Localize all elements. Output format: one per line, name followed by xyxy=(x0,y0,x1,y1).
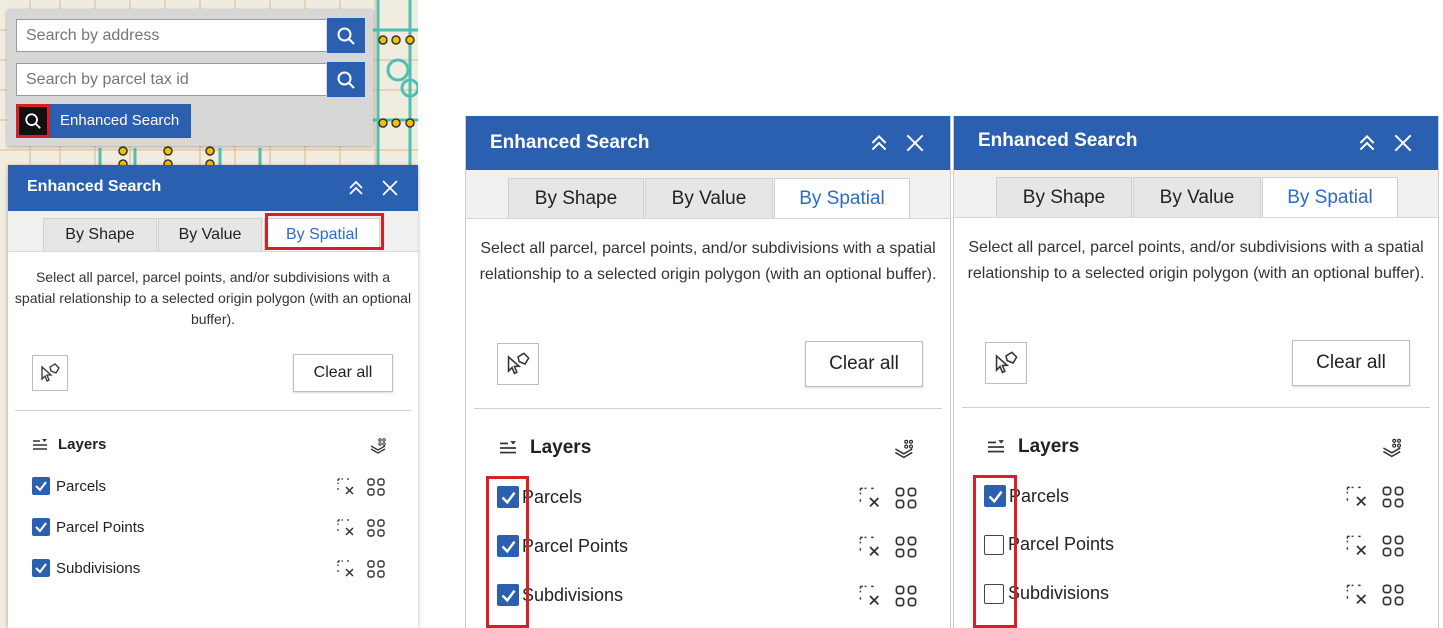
layers-list-icon[interactable] xyxy=(498,440,518,456)
search-widget: Enhanced Search xyxy=(7,9,373,146)
parcel-search-button[interactable] xyxy=(327,62,365,97)
tab-by-spatial[interactable]: By Spatial xyxy=(774,178,910,218)
highlight-checkboxes xyxy=(486,476,529,628)
clear-all-button[interactable]: Clear all xyxy=(805,341,923,387)
tab-by-value[interactable]: By Value xyxy=(645,178,773,218)
panel-description: Select all parcel, parcel points, and/or… xyxy=(967,239,1425,282)
tab-by-shape[interactable]: By Shape xyxy=(996,177,1132,217)
highlight-by-spatial-tab xyxy=(265,213,384,250)
tab-by-spatial[interactable]: By Spatial xyxy=(1262,177,1398,217)
layers-title: Layers xyxy=(530,437,592,458)
enhanced-search-button[interactable]: Enhanced Search xyxy=(16,104,191,138)
pointer-polygon-icon xyxy=(995,351,1018,374)
parcels-checkbox[interactable] xyxy=(32,477,50,495)
close-icon[interactable] xyxy=(1392,132,1414,154)
panel-header: Enhanced Search xyxy=(466,116,950,170)
panel-description: Select all parcel, parcel points, and/or… xyxy=(479,240,937,283)
select-by-shape-tool-button[interactable] xyxy=(32,355,68,391)
clear-selection-icon[interactable] xyxy=(858,486,882,510)
layers-stack-icon[interactable] xyxy=(1381,436,1405,460)
double-chevron-up-icon[interactable] xyxy=(1356,132,1378,154)
divider xyxy=(474,408,942,409)
select-by-shape-tool-button[interactable] xyxy=(985,342,1027,384)
clear-selection-icon[interactable] xyxy=(1345,534,1369,558)
tab-by-shape[interactable]: By Shape xyxy=(43,218,157,251)
pointer-polygon-icon xyxy=(41,363,60,382)
panel-header: Enhanced Search xyxy=(954,116,1438,170)
address-search-button[interactable] xyxy=(327,18,365,53)
layer-label: Parcels xyxy=(522,486,583,507)
grid-icon[interactable] xyxy=(1381,534,1405,558)
double-chevron-up-icon[interactable] xyxy=(868,132,890,154)
panel-header: Enhanced Search xyxy=(8,165,418,211)
layer-row-subdivisions: Subdivisions xyxy=(32,559,140,577)
close-icon[interactable] xyxy=(904,132,926,154)
grid-icon[interactable] xyxy=(366,559,386,579)
panel-title: Enhanced Search xyxy=(490,132,650,153)
layer-label: Parcels xyxy=(1009,485,1070,506)
layers-stack-icon[interactable] xyxy=(893,437,917,461)
tab-by-shape[interactable]: By Shape xyxy=(508,178,644,218)
checkmark-icon xyxy=(35,522,47,533)
panel-title: Enhanced Search xyxy=(27,178,162,195)
address-search-input[interactable] xyxy=(16,19,326,52)
enhanced-search-panel-left: Enhanced Search By Shape By Value By Spa… xyxy=(8,165,418,628)
search-icon xyxy=(25,113,41,129)
divider xyxy=(962,407,1430,408)
divider xyxy=(15,410,411,411)
clear-selection-icon[interactable] xyxy=(336,559,356,579)
layer-label: Subdivisions xyxy=(522,584,624,605)
tab-by-value[interactable]: By Value xyxy=(158,218,262,251)
checkmark-icon xyxy=(35,481,47,492)
layer-row-parcels: Parcels xyxy=(32,477,106,495)
grid-icon[interactable] xyxy=(1381,583,1405,607)
clear-selection-icon[interactable] xyxy=(858,584,882,608)
layers-stack-icon[interactable] xyxy=(369,436,389,456)
clear-selection-icon[interactable] xyxy=(336,477,356,497)
grid-icon[interactable] xyxy=(894,584,918,608)
layers-title: Layers xyxy=(58,436,107,453)
layers-title: Layers xyxy=(1018,436,1080,457)
select-by-shape-tool-button[interactable] xyxy=(497,343,539,385)
layers-list-icon[interactable] xyxy=(986,439,1006,455)
pointer-polygon-icon xyxy=(507,352,530,375)
layer-label: Subdivisions xyxy=(56,559,141,577)
panel-description: Select all parcel, parcel points, and/or… xyxy=(14,269,412,327)
tab-bar: By Shape By Value By Spatial xyxy=(466,170,950,219)
clear-selection-icon[interactable] xyxy=(858,535,882,559)
enhanced-search-label: Enhanced Search xyxy=(60,112,180,129)
tab-bar: By Shape By Value By Spatial xyxy=(954,170,1438,218)
tab-by-value[interactable]: By Value xyxy=(1133,177,1261,217)
parcel-points-checkbox[interactable] xyxy=(32,518,50,536)
clear-selection-icon[interactable] xyxy=(1345,485,1369,509)
enhanced-search-icon-button[interactable] xyxy=(16,104,50,138)
clear-all-button[interactable]: Clear all xyxy=(293,354,393,392)
layers-list-icon[interactable] xyxy=(32,438,48,452)
layer-label: Parcel Points xyxy=(56,518,145,536)
enhanced-search-panel-right: Enhanced Search By Shape By Value By Spa… xyxy=(953,116,1439,628)
close-icon[interactable] xyxy=(380,178,400,198)
search-icon xyxy=(337,27,355,45)
clear-selection-icon[interactable] xyxy=(336,518,356,538)
layer-label: Subdivisions xyxy=(1008,583,1110,603)
clear-selection-icon[interactable] xyxy=(1345,583,1369,607)
layer-row-parcel-points: Parcel Points xyxy=(32,518,144,536)
panel-title: Enhanced Search xyxy=(978,130,1138,151)
clear-all-button[interactable]: Clear all xyxy=(1292,340,1410,386)
layer-label: Parcel Points xyxy=(522,535,629,556)
grid-icon[interactable] xyxy=(894,486,918,510)
grid-icon[interactable] xyxy=(366,477,386,497)
grid-icon[interactable] xyxy=(1381,485,1405,509)
subdivisions-checkbox[interactable] xyxy=(32,559,50,577)
double-chevron-up-icon[interactable] xyxy=(346,178,366,198)
layer-label: Parcels xyxy=(56,477,107,495)
grid-icon[interactable] xyxy=(366,518,386,538)
enhanced-search-panel-middle: Enhanced Search By Shape By Value By Spa… xyxy=(465,116,951,628)
search-icon xyxy=(337,71,355,89)
parcel-tax-id-search-input[interactable] xyxy=(16,63,326,96)
layer-label: Parcel Points xyxy=(1008,534,1115,554)
highlight-checkboxes xyxy=(973,475,1017,628)
grid-icon[interactable] xyxy=(894,535,918,559)
checkmark-icon xyxy=(35,563,47,574)
